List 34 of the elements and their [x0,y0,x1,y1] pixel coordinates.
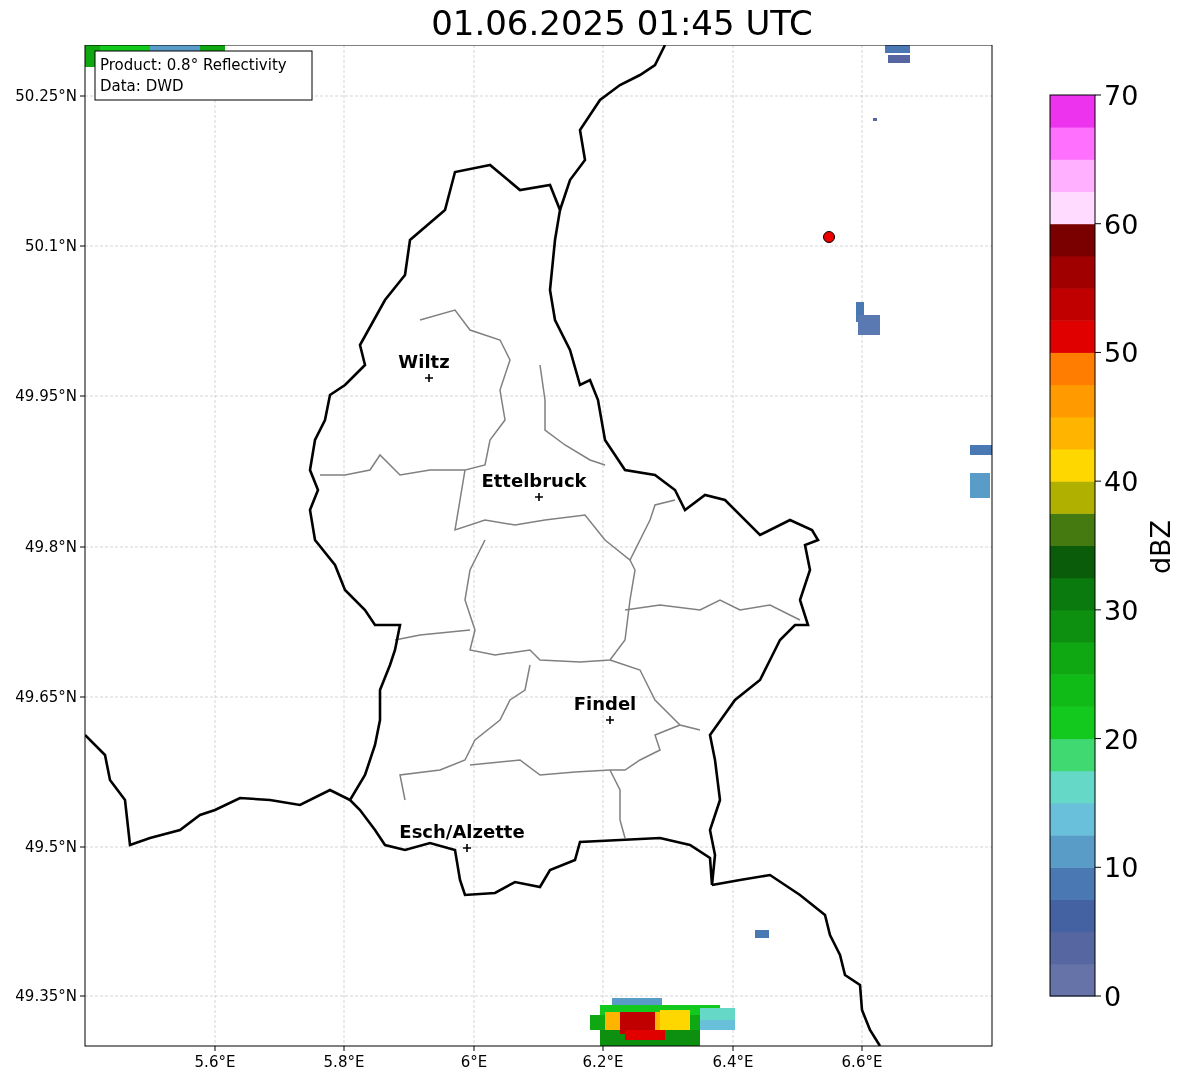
legend-text: Data: DWD [100,77,184,95]
scale-label: dBZ [1145,519,1176,575]
axis-tick-label: 49.8°N [24,538,77,556]
city-label: Findel [573,693,637,714]
legend-text: Product: 0.8° Reflectivity [100,56,287,74]
scale-tick-label: 60 [1104,208,1139,240]
axis-tick-label: 6.2°E [582,1053,624,1071]
axis-tick-label: 49.65°N [15,688,77,706]
city-marker-icon [424,373,434,383]
axis-tick-label: 6°E [460,1053,488,1071]
city-marker-icon [462,843,472,853]
city-label: Ettelbruck [481,470,587,491]
scale-tick-label: 30 [1104,594,1139,626]
axis-tick-label: 50.1°N [24,237,77,255]
axis-tick-label: 50.25°N [15,87,77,105]
axis-tick-label: 49.35°N [15,987,77,1005]
scale-tick-label: 50 [1104,337,1139,369]
axis-tick-label: 5.6°E [194,1053,236,1071]
axis-tick-label: 5.8°E [323,1053,365,1071]
chart-title: 01.06.2025 01:45 UTC [431,5,813,40]
scale-tick-label: 40 [1104,466,1139,498]
axis-tick-label: 6.6°E [841,1053,883,1071]
scale-tick-label: 0 [1104,981,1122,1012]
city-marker-icon [605,715,615,725]
city-marker-icon [534,492,544,502]
axis-tick-label: 49.95°N [15,387,77,405]
axis-tick-label: 49.5°N [24,838,77,856]
scale-tick-label: 70 [1104,80,1139,111]
radar-site-marker [823,231,835,243]
axis-tick-label: 6.4°E [712,1053,754,1071]
scale-tick-label: 10 [1104,852,1139,884]
scale-tick-label: 20 [1104,723,1139,755]
city-label: Wiltz [398,351,450,372]
city-label: Esch/Alzette [399,821,525,842]
